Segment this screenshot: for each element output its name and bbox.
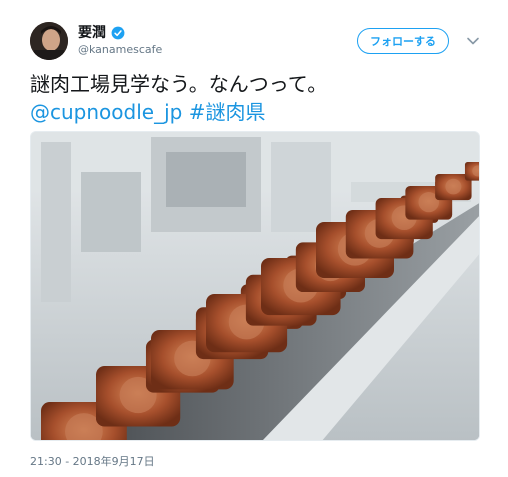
tweet-text: 謎肉工場見学なう。なんつって。 @cupnoodle_jp #謎肉県	[30, 70, 480, 126]
chevron-down-icon[interactable]	[466, 34, 480, 48]
follow-button[interactable]: フォローする	[357, 28, 449, 54]
display-name: 要潤	[78, 25, 106, 41]
mention-link[interactable]: @cupnoodle_jp	[30, 100, 182, 124]
photo-image	[31, 132, 479, 440]
meat-face	[445, 178, 462, 195]
tweet-timestamp[interactable]: 21:30 - 2018年9月17日	[30, 455, 155, 469]
avatar[interactable]	[30, 22, 68, 60]
tweet-card: 要潤 @kanamescafe フォローする 謎肉工場見学なう。なんつって。 @…	[0, 0, 508, 477]
author-name[interactable]: 要潤	[78, 24, 125, 42]
verified-badge-icon	[111, 26, 125, 40]
user-avatar-icon	[30, 22, 68, 60]
tweet-photo[interactable]	[30, 131, 480, 441]
hashtag-link[interactable]: #謎肉県	[189, 100, 266, 124]
author-handle[interactable]: @kanamescafe	[78, 43, 162, 57]
tweet-text-line2: @cupnoodle_jp #謎肉県	[30, 98, 480, 126]
tweet-text-line1: 謎肉工場見学なう。なんつって。	[30, 72, 328, 96]
